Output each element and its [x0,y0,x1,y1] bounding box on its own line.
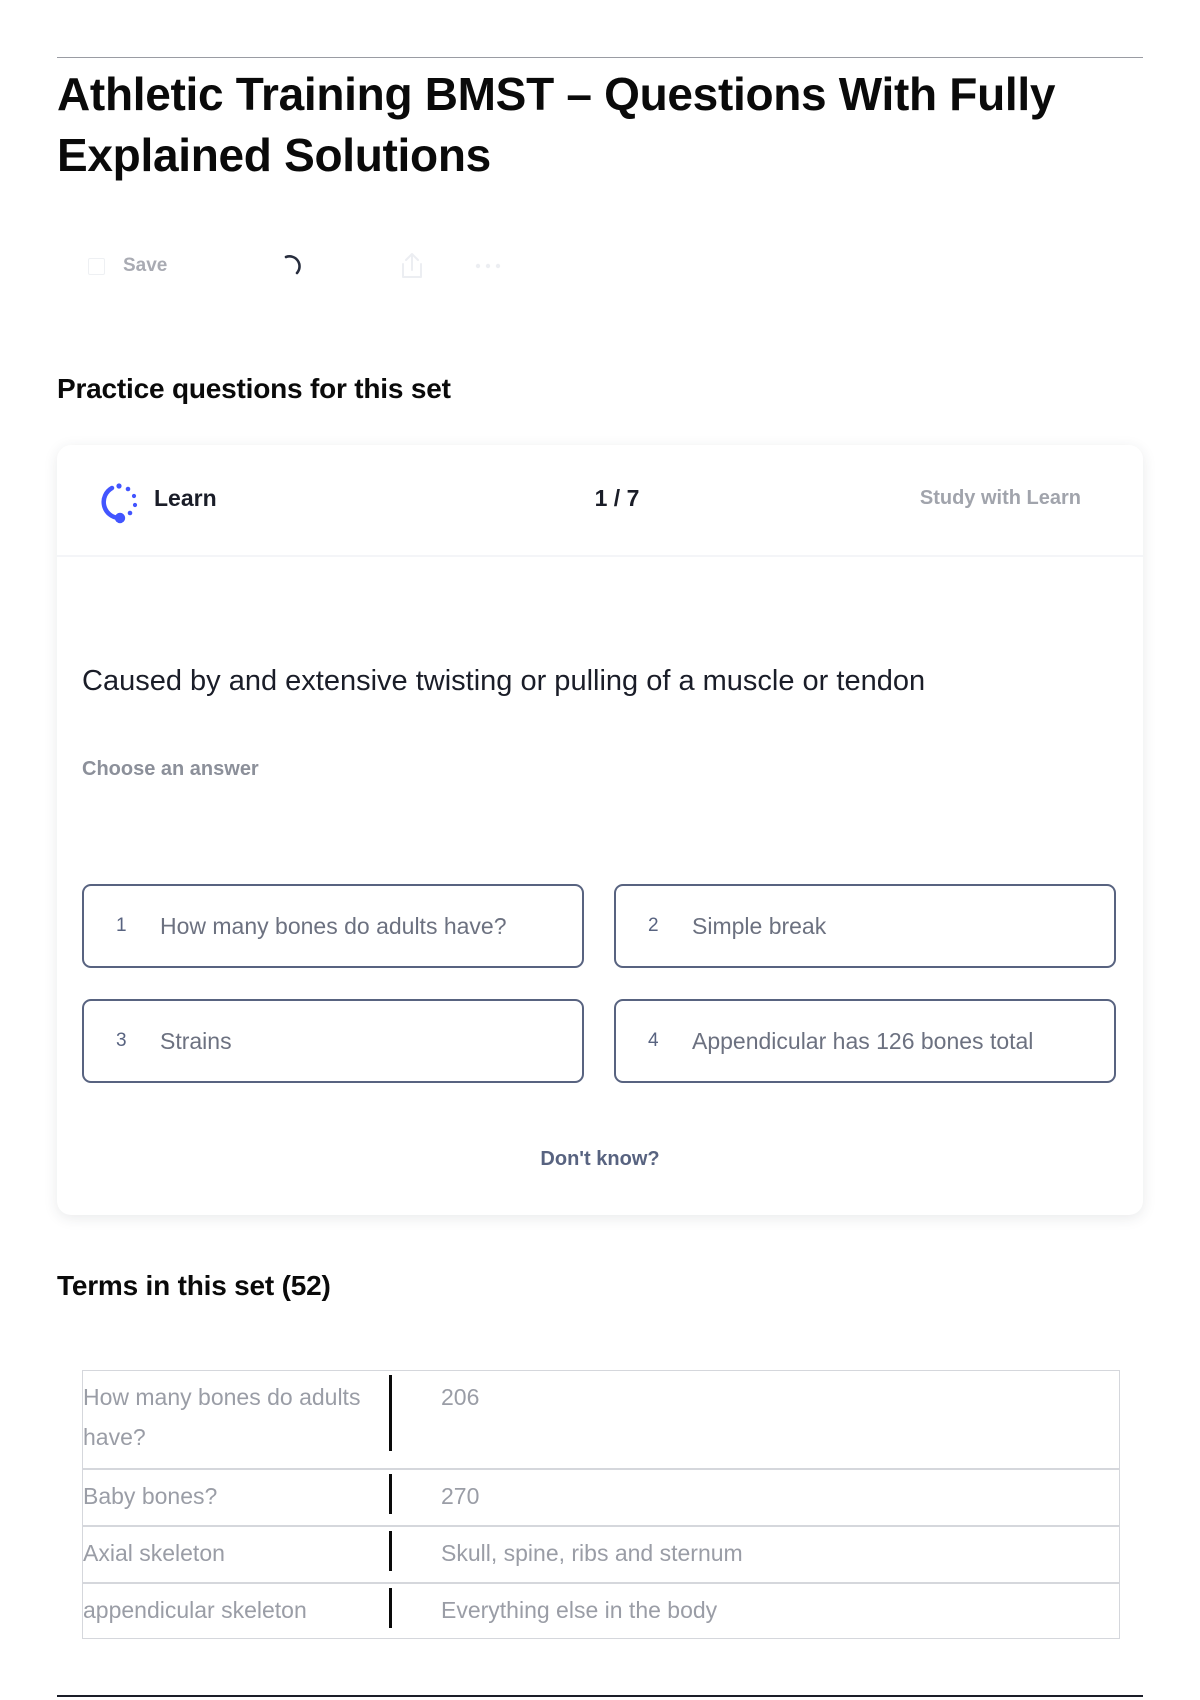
answer-option-3[interactable]: 3 Strains [82,999,584,1083]
term-word: Baby bones? [83,1483,218,1509]
term-row: How many bones do adults have? 206 [83,1371,1119,1468]
loading-spinner-icon [278,248,304,284]
learn-card-header: Learn 1 / 7 Study with Learn [57,445,1143,557]
share-icon[interactable] [398,248,426,284]
dont-know-button[interactable]: Don't know? [57,1148,1143,1171]
question-text: Caused by and extensive twisting or pull… [82,665,926,697]
learn-mode-label: Learn [154,485,217,511]
save-button[interactable]: Save [88,248,167,284]
choose-answer-label: Choose an answer [82,758,259,780]
option-text: How many bones do adults have? [160,912,507,939]
checkbox-icon [88,257,105,275]
term-definition: 206 [441,1384,480,1410]
term-definition: Skull, spine, ribs and sternum [441,1540,743,1566]
term-row: appendicular skeleton Everything else in… [83,1582,1119,1638]
option-text: Simple break [692,912,827,939]
terms-heading: Terms in this set (52) [57,1270,331,1301]
term-divider [389,1474,392,1514]
term-divider [389,1375,392,1451]
answer-option-1[interactable]: 1 How many bones do adults have? [82,884,584,968]
terms-table: How many bones do adults have? 206 Baby … [82,1370,1120,1639]
practice-heading: Practice questions for this set [57,373,451,404]
option-text: Appendicular has 126 bones total [692,1027,1034,1054]
option-number: 2 [648,915,659,936]
term-row: Baby bones? 270 [83,1468,1119,1525]
answer-option-2[interactable]: 2 Simple break [614,884,1116,968]
bottom-divider [57,1695,1143,1697]
term-divider [389,1531,392,1571]
top-divider [57,57,1143,58]
term-definition: Everything else in the body [441,1597,718,1623]
page-title: Athletic Training BMST – Questions With … [57,68,1056,181]
question-progress: 1 / 7 [594,485,640,511]
term-divider [389,1588,392,1628]
option-number: 4 [648,1030,659,1051]
learn-card: Learn 1 / 7 Study with Learn Caused by a… [57,445,1143,1215]
more-icon[interactable] [473,248,503,284]
option-text: Strains [160,1027,232,1054]
study-with-learn-link[interactable]: Study with Learn [920,487,1081,510]
term-row: Axial skeleton Skull, spine, ribs and st… [83,1525,1119,1582]
term-word: appendicular skeleton [83,1597,307,1623]
answer-option-4[interactable]: 4 Appendicular has 126 bones total [614,999,1116,1083]
term-word: How many bones do adults have? [83,1384,361,1450]
option-number: 3 [116,1030,127,1051]
term-definition: 270 [441,1483,480,1509]
dont-know-label: Don't know? [540,1148,660,1170]
set-toolbar: Save [88,248,528,284]
term-word: Axial skeleton [83,1540,225,1566]
learn-logo-icon [101,483,138,524]
option-number: 1 [116,915,127,936]
save-label: Save [123,255,168,276]
